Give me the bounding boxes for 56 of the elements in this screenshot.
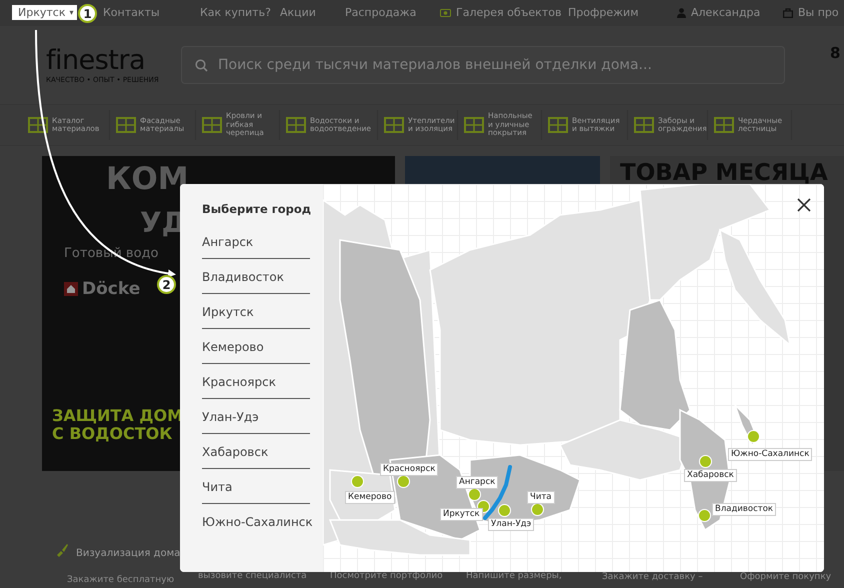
category-icon [202,116,222,134]
city-option[interactable]: Кемерово [202,329,310,364]
city-option[interactable]: Чита [202,469,310,504]
city-option[interactable]: Улан-Удэ [202,399,310,434]
service-text: Посмотрите портфолио [330,571,443,581]
city-label: Улан-Удэ [488,518,534,531]
user-icon [677,8,686,18]
category-icon [286,116,306,134]
dialog-heading: Выберите город [202,202,312,216]
bag-icon [783,8,793,18]
category-icon [464,116,484,134]
service-text: вызовите специалиста [198,571,307,581]
category-icon [714,116,734,134]
nav-link[interactable]: Вы про [783,6,839,19]
nav-link[interactable]: Как купить? [200,6,271,19]
service-text: Оформите покупку [740,572,832,582]
service-title[interactable]: Визуализация дома [76,548,180,559]
category-icon [384,116,404,134]
service-text: Напишите размеры, [466,571,562,581]
city-label: Южно-Сахалинск [728,448,812,461]
service-text: Закажите бесплатную [67,575,174,585]
city-marker[interactable] [747,430,760,443]
city-label: Хабаровск [684,469,737,482]
city-label: Владивосток [712,503,776,516]
city-option[interactable]: Владивосток [202,259,310,294]
category-icon [548,116,568,134]
nav-link[interactable]: Профрежим [568,6,638,19]
city-option[interactable]: Красноярск [202,364,310,399]
city-label: Чита [527,491,555,504]
city-label: Иркутск [440,508,483,521]
banner-title: КОМ [106,162,189,196]
nav-link[interactable]: Контакты [103,6,160,19]
city-label: Кемерово [345,491,395,504]
city-label: Ангарск [456,476,498,489]
nav-link[interactable]: Акции [280,6,316,19]
brush-icon [55,543,69,557]
category-icon [634,116,654,134]
brand-logo: Döcke [82,279,140,299]
city-selector[interactable]: Иркутск ▾ [12,5,77,20]
service-text: Закажите доставку – [602,572,703,582]
close-icon[interactable] [796,197,812,213]
city-option[interactable]: Ангарск [202,224,310,259]
house-icon [64,282,78,296]
category-icon [116,116,136,134]
city-option[interactable]: Иркутск [202,294,310,329]
nav-link[interactable]: Галерея объектов [440,6,562,19]
city-label: Красноярск [380,463,438,476]
camera-icon [440,8,451,17]
city-option[interactable]: Южно-Сахалинск [202,504,310,539]
search-icon [195,59,208,72]
city-option[interactable]: Хабаровск [202,434,310,469]
nav-link[interactable]: Распродажа [345,6,416,19]
search-field[interactable]: Поиск среди тысячи материалов внешней отделки дома... [181,46,785,84]
banner-slogan: С ВОДОСТОК [52,425,172,443]
category-icon [28,116,48,134]
nav-link[interactable]: Александра [677,6,760,19]
